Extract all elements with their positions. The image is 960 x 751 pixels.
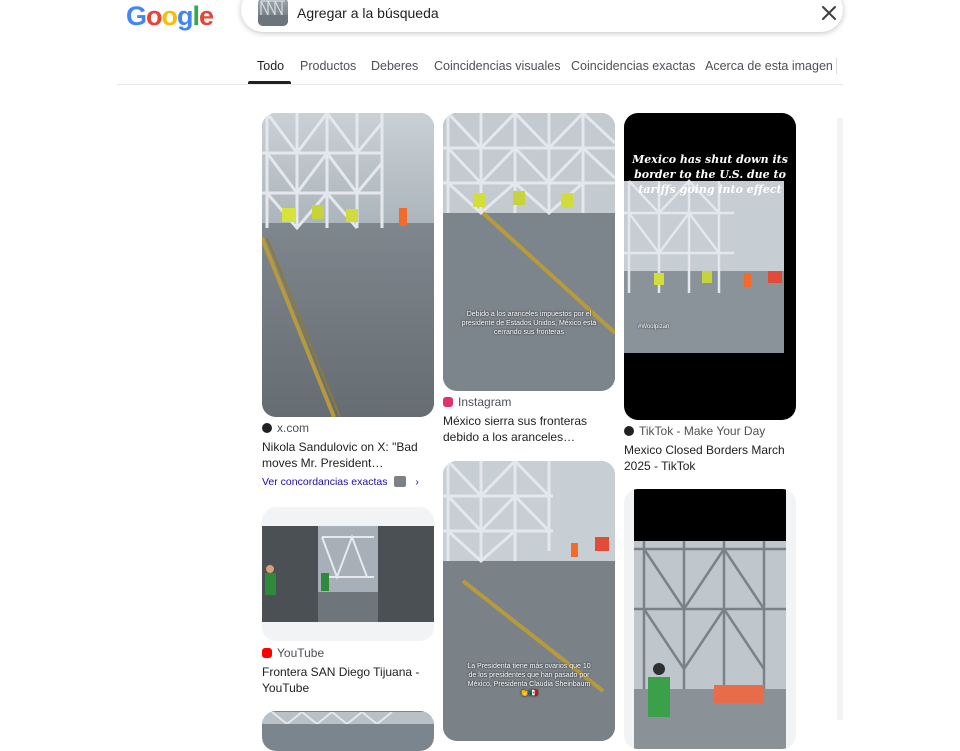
exact-matches-label: Ver concordancias exactas — [262, 476, 388, 488]
right-gutter — [843, 0, 960, 720]
gate-photo-graphic — [443, 461, 615, 741]
logo-letter-o1: o — [146, 1, 162, 31]
left-gutter — [0, 0, 117, 720]
logo-letter-g: G — [126, 1, 147, 31]
tab-todo[interactable]: Todo — [257, 59, 284, 73]
logo-letter-e: e — [199, 1, 214, 31]
result-source-x[interactable]: x.com — [262, 421, 309, 435]
close-icon[interactable] — [818, 2, 840, 24]
tab-coincidencias-exactas[interactable]: Coincidencias exactas — [571, 59, 695, 73]
tab-divider — [836, 58, 837, 74]
youtube-thumb-graphic — [262, 526, 434, 622]
result-source-tiktok[interactable]: TikTok - Make Your Day — [624, 424, 765, 438]
gate-video-graphic — [634, 489, 786, 749]
source-label: YouTube — [277, 646, 325, 660]
tab-deberes[interactable]: Deberes — [371, 59, 418, 73]
instagram-overlay-text: Debido a los aranceles impuestos por el … — [461, 311, 597, 336]
gate-photo-graphic — [262, 113, 434, 417]
chevron-right-icon: › — [415, 476, 419, 488]
gate-photo-partial-graphic — [262, 711, 434, 726]
query-image-thumbnail[interactable] — [258, 0, 288, 26]
exact-matches-link[interactable]: Ver concordancias exactas › — [262, 476, 419, 488]
instagram-2-overlay-text: La Presidenta tiene más ovarios que 10 d… — [467, 663, 591, 697]
logo-letter-o2: o — [161, 1, 178, 31]
tab-acerca-de-esta-imagen[interactable]: Acerca de esta imagen — [705, 59, 833, 73]
instagram-icon — [443, 397, 453, 407]
thumbnail-icon — [394, 476, 407, 487]
result-title-instagram[interactable]: México sierra sus fronteras debido a los… — [443, 413, 613, 445]
gate-thumbnail-graphic — [258, 0, 288, 26]
source-label: Instagram — [458, 395, 512, 409]
tiktok-watermark: #Woolpizan — [638, 324, 670, 330]
result-image-x[interactable] — [262, 113, 434, 417]
x-logo-icon — [262, 423, 272, 433]
tiktok-overlay-text: Mexico has shut down its border to the U… — [632, 153, 788, 196]
source-label: TikTok - Make Your Day — [639, 424, 766, 438]
result-image-partial[interactable] — [262, 711, 434, 751]
youtube-icon — [262, 648, 272, 658]
result-title-tiktok[interactable]: Mexico Closed Borders March 2025 - TikTo… — [624, 442, 794, 474]
logo-letter-g2: g — [177, 1, 193, 31]
result-title-x[interactable]: Nikola Sandulovic on X: "Bad moves Mr. P… — [262, 439, 432, 471]
active-tab-indicator — [248, 81, 291, 84]
tab-coincidencias-visuales[interactable]: Coincidencias visuales — [434, 59, 560, 73]
result-source-instagram[interactable]: Instagram — [443, 395, 511, 409]
source-label: x.com — [277, 421, 310, 435]
gate-photo-graphic — [443, 113, 615, 391]
result-image-youtube[interactable] — [262, 507, 434, 641]
search-input[interactable]: Agregar a la búsqueda — [297, 5, 439, 21]
result-image-instagram[interactable]: Debido a los aranceles impuestos por el … — [443, 113, 615, 391]
result-source-youtube[interactable]: YouTube — [262, 646, 324, 660]
tiktok-icon — [624, 426, 634, 436]
result-image-tiktok[interactable]: Mexico has shut down its border to the U… — [624, 113, 796, 420]
result-image-tiktok-2[interactable] — [624, 489, 796, 749]
result-title-youtube[interactable]: Frontera SAN Diego Tijuana - YouTube — [262, 664, 432, 696]
google-logo[interactable]: Google — [126, 1, 214, 32]
results-scrollbar[interactable] — [837, 118, 843, 720]
tab-productos[interactable]: Productos — [300, 59, 356, 73]
result-image-instagram-2[interactable]: La Presidenta tiene más ovarios que 10 d… — [443, 461, 615, 741]
